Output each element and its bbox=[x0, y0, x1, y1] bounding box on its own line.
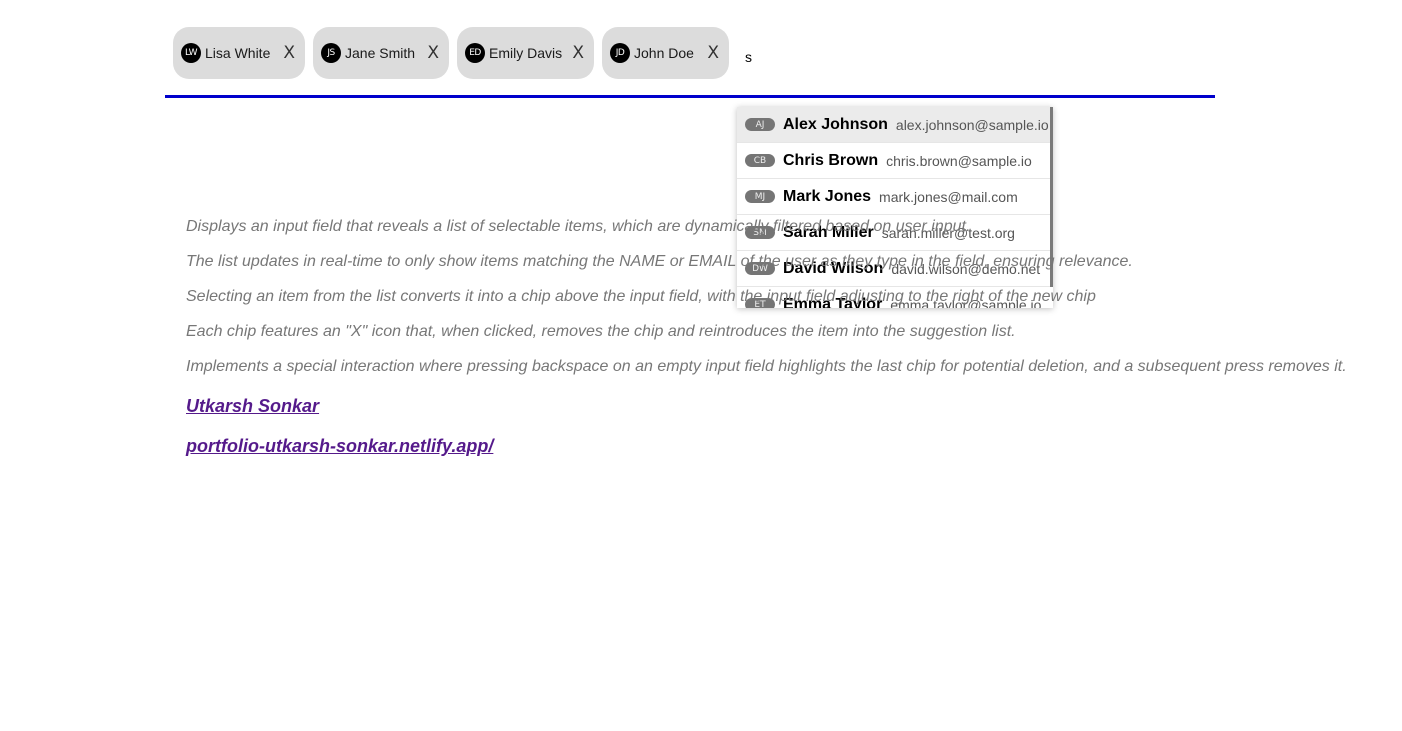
suggestion-avatar: AJ bbox=[745, 118, 775, 131]
suggestion-name: Alex Johnson bbox=[783, 115, 888, 133]
suggestion-name: Chris Brown bbox=[783, 151, 879, 169]
chip-label: Lisa White bbox=[205, 45, 271, 61]
portfolio-link[interactable]: portfolio-utkarsh-sonkar.netlify.app/ bbox=[186, 436, 493, 457]
feature-description-list: Displays an input field that reveals a l… bbox=[186, 212, 1347, 387]
chip-john-doe[interactable]: JD John Doe X bbox=[602, 27, 729, 79]
description-line: Each chip features an "X" icon that, whe… bbox=[186, 323, 1016, 340]
search-input[interactable] bbox=[743, 42, 1207, 72]
chip-emily-davis[interactable]: ED Emily Davis X bbox=[457, 27, 594, 79]
chip-avatar: ED bbox=[465, 43, 485, 63]
description-line: The list updates in real-time to only sh… bbox=[186, 253, 1133, 270]
chips-input-container[interactable]: LW Lisa White X JS Jane Smith X ED Emily… bbox=[165, 18, 1215, 98]
chip-label: John Doe bbox=[634, 45, 694, 61]
description-line: Selecting an item from the list converts… bbox=[186, 288, 1096, 305]
close-icon[interactable]: X bbox=[707, 43, 719, 63]
chip-jane-smith[interactable]: JS Jane Smith X bbox=[313, 27, 449, 79]
suggestion-email: alex.johnson@sample.io bbox=[895, 116, 1049, 133]
suggestion-avatar: MJ bbox=[745, 190, 775, 203]
suggestion-item-alex-johnson[interactable]: AJ Alex Johnson alex.johnson@sample.io bbox=[737, 107, 1053, 143]
chip-label: Jane Smith bbox=[345, 45, 416, 61]
suggestion-name: Mark Jones bbox=[783, 187, 872, 205]
suggestion-email: chris.brown@sample.io bbox=[886, 152, 1032, 169]
suggestion-email: mark.jones@mail.com bbox=[879, 188, 1018, 205]
suggestion-item-chris-brown[interactable]: CB Chris Brown chris.brown@sample.io bbox=[737, 143, 1053, 179]
close-icon[interactable]: X bbox=[572, 43, 584, 63]
suggestion-avatar: CB bbox=[745, 154, 775, 167]
chip-label: Emily Davis bbox=[489, 45, 563, 61]
close-icon[interactable]: X bbox=[283, 43, 295, 63]
close-icon[interactable]: X bbox=[427, 43, 439, 63]
chip-avatar: JS bbox=[321, 43, 341, 63]
chip-lisa-white[interactable]: LW Lisa White X bbox=[173, 27, 305, 79]
author-link[interactable]: Utkarsh Sonkar bbox=[186, 396, 319, 417]
description-line: Displays an input field that reveals a l… bbox=[186, 218, 971, 235]
chip-avatar: JD bbox=[610, 43, 630, 63]
chip-avatar: LW bbox=[181, 43, 201, 63]
suggestion-item-mark-jones[interactable]: MJ Mark Jones mark.jones@mail.com bbox=[737, 179, 1053, 215]
description-line: Implements a special interaction where p… bbox=[186, 358, 1347, 375]
